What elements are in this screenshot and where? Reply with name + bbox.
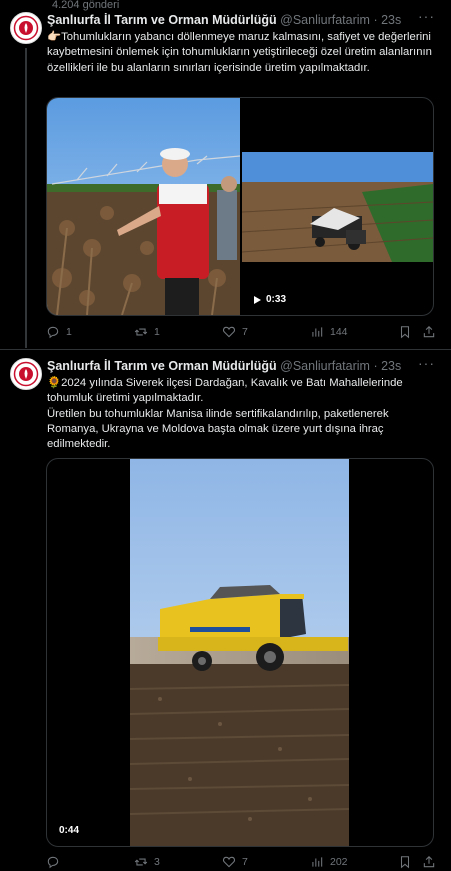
separator-dot: · bbox=[373, 13, 378, 27]
retweet-icon bbox=[134, 328, 148, 336]
tweet-paragraph: 👉🏻Tohumlukların yabancı döllenmeye maruz… bbox=[47, 31, 432, 74]
thread-line bbox=[25, 48, 27, 348]
tweet-header: Şanlıurfa İl Tarım ve Orman Müdürlüğü @S… bbox=[47, 13, 401, 28]
avatar[interactable] bbox=[10, 12, 42, 44]
reply-count: 1 bbox=[66, 326, 72, 338]
author-handle[interactable]: @Sanliurfatarim bbox=[280, 13, 370, 27]
duration-label: 0:33 bbox=[266, 294, 287, 305]
reply-button[interactable]: 1 bbox=[46, 325, 72, 339]
retweet-icon bbox=[134, 858, 148, 866]
video-duration: 0:33 bbox=[252, 294, 286, 305]
like-count: 7 bbox=[242, 326, 248, 338]
like-button[interactable]: 7 bbox=[222, 855, 248, 869]
views-icon bbox=[312, 857, 323, 867]
retweet-button[interactable]: 3 bbox=[134, 855, 160, 869]
views-button[interactable]: 144 bbox=[310, 325, 348, 339]
timestamp[interactable]: 23s bbox=[381, 13, 401, 27]
author-handle[interactable]: @Sanliurfatarim bbox=[280, 359, 370, 373]
action-bar: 1 1 7 144 bbox=[46, 325, 438, 341]
bookmark-button[interactable] bbox=[398, 325, 412, 339]
share-button[interactable] bbox=[422, 325, 436, 339]
separator-dot: · bbox=[373, 359, 378, 373]
share-icon bbox=[423, 326, 435, 338]
reply-icon bbox=[47, 326, 59, 339]
tweet-paragraph: Üretilen bu tohumluklar Manisa ilinde se… bbox=[47, 407, 389, 451]
avatar[interactable] bbox=[10, 358, 42, 390]
sunflower-field-image bbox=[47, 98, 240, 315]
harvester-video-frame bbox=[130, 459, 349, 846]
author-name[interactable]: Şanlıurfa İl Tarım ve Orman Müdürlüğü bbox=[47, 13, 277, 27]
retweet-button[interactable]: 1 bbox=[134, 325, 160, 339]
play-icon[interactable] bbox=[252, 295, 262, 305]
timestamp[interactable]: 23s bbox=[381, 359, 401, 373]
video-media[interactable]: 0:44 bbox=[46, 458, 434, 847]
bookmark-button[interactable] bbox=[398, 855, 412, 869]
tweet-paragraph: 🌻2024 yılında Siverek ilçesi Dardağan, K… bbox=[47, 377, 403, 405]
more-icon[interactable]: ··· bbox=[418, 8, 435, 24]
ministry-logo-icon bbox=[13, 361, 39, 387]
bookmark-icon bbox=[400, 856, 410, 869]
tweet-1[interactable]: Şanlıurfa İl Tarım ve Orman Müdürlüğü @S… bbox=[0, 0, 451, 350]
retweet-count: 1 bbox=[154, 326, 160, 338]
more-icon[interactable]: ··· bbox=[418, 355, 435, 371]
tweet-header: Şanlıurfa İl Tarım ve Orman Müdürlüğü @S… bbox=[47, 359, 401, 374]
views-button[interactable]: 202 bbox=[310, 855, 348, 869]
share-button[interactable] bbox=[422, 855, 436, 869]
video-duration: 0:44 bbox=[59, 825, 79, 836]
duration-label: 0:44 bbox=[59, 825, 80, 836]
like-icon bbox=[222, 326, 236, 338]
views-icon bbox=[312, 327, 323, 337]
ministry-logo-icon bbox=[13, 15, 39, 41]
retweet-count: 3 bbox=[154, 856, 160, 868]
views-count: 202 bbox=[330, 856, 348, 868]
like-icon bbox=[222, 856, 236, 868]
like-button[interactable]: 7 bbox=[222, 325, 248, 339]
tweet-text: 🌻2024 yılında Siverek ilçesi Dardağan, K… bbox=[47, 376, 439, 452]
tweet-text: 👉🏻Tohumlukların yabancı döllenmeye maruz… bbox=[47, 30, 439, 76]
views-count: 144 bbox=[330, 326, 348, 338]
field-vehicle-image bbox=[242, 152, 433, 262]
reply-button[interactable] bbox=[46, 855, 66, 869]
action-bar: 3 7 202 bbox=[46, 855, 438, 871]
video-media[interactable]: 0:33 bbox=[46, 97, 434, 316]
tweet-2[interactable]: Şanlıurfa İl Tarım ve Orman Müdürlüğü @S… bbox=[0, 350, 451, 871]
author-name[interactable]: Şanlıurfa İl Tarım ve Orman Müdürlüğü bbox=[47, 359, 277, 373]
share-icon bbox=[423, 856, 435, 868]
like-count: 7 bbox=[242, 856, 248, 868]
reply-icon bbox=[47, 856, 59, 869]
bookmark-icon bbox=[400, 326, 410, 339]
